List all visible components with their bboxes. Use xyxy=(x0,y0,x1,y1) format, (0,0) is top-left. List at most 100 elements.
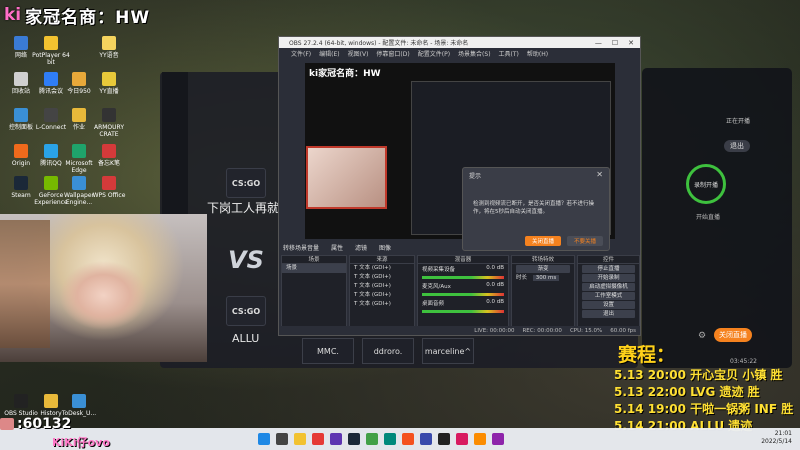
transition-select[interactable]: 渐变 xyxy=(516,265,570,273)
team-card-mmc[interactable]: MMC. xyxy=(302,338,354,364)
scenes-dock-title: 场景 xyxy=(282,256,346,264)
mixer-channel: 视频采集设备 0.0 dB xyxy=(418,264,508,274)
obs-toolbar-item[interactable]: 属性 xyxy=(331,243,343,252)
obs-menu-item[interactable]: 视图(V) xyxy=(348,49,369,58)
obs-menu-item[interactable]: 工具(T) xyxy=(499,49,519,58)
taskbar-app-icon[interactable] xyxy=(492,433,504,445)
app-icon xyxy=(14,144,28,158)
mixer-channel-level: 0.0 dB xyxy=(486,299,504,305)
source-item[interactable]: T 文本 (GDI+) xyxy=(350,264,414,273)
team-card-marceline[interactable]: marceline^ xyxy=(422,338,474,364)
volume-meter[interactable] xyxy=(422,310,504,313)
dialog-close-stream-button[interactable]: 关闭直播 xyxy=(525,236,561,246)
dialog-keep-stream-button[interactable]: 不要关播 xyxy=(567,236,603,246)
taskbar-app-icon[interactable] xyxy=(348,433,360,445)
obs-control-button[interactable]: 开始录制 xyxy=(582,274,635,282)
app-icon xyxy=(14,72,28,86)
banner-logo: ki xyxy=(4,5,22,25)
schedule-overlay: 赛程： 5.13 20:00 开心宝贝 小镇 胜 5.13 22:00 LVG 遗… xyxy=(614,340,800,435)
app-icon xyxy=(72,144,86,158)
obs-menu-item[interactable]: 配置文件(P) xyxy=(418,49,450,58)
taskbar-app-icon[interactable] xyxy=(366,433,378,445)
start-menu-icon[interactable] xyxy=(258,433,270,445)
taskbar-app-icon[interactable] xyxy=(420,433,432,445)
app-icon xyxy=(102,108,116,122)
obs-menu-item[interactable]: 文件(F) xyxy=(291,49,311,58)
desktop-icon[interactable]: YY语音 xyxy=(90,36,128,59)
taskbar-app-icon[interactable] xyxy=(474,433,486,445)
csgo-tile-2[interactable]: CS:GO xyxy=(226,296,266,326)
taskbar-app-icon[interactable] xyxy=(294,433,306,445)
obs-menu-item[interactable]: 停靠窗口(D) xyxy=(376,49,409,58)
desktop-icon[interactable]: ToDesk_U... xyxy=(60,394,98,417)
minimize-icon[interactable]: — xyxy=(595,39,602,47)
scene-item[interactable]: 场景 xyxy=(282,264,346,273)
schedule-list: 5.13 20:00 开心宝贝 小镇 胜 5.13 22:00 LVG 遗迹 胜 5… xyxy=(614,367,800,435)
csgo-tile-label: CS:GO xyxy=(231,178,261,188)
banner-title: 家冠名商：HW xyxy=(25,7,151,28)
sources-list: T 文本 (GDI+) T 文本 (GDI+) T 文本 (GDI+) T 文本 (G… xyxy=(350,264,414,309)
app-icon xyxy=(14,176,28,190)
source-item[interactable]: T 文本 (GDI+) xyxy=(350,282,414,291)
obs-control-button[interactable]: 启动虚拟摄像机 xyxy=(582,283,635,291)
maximize-icon[interactable]: ☐ xyxy=(612,39,618,47)
taskbar-app-icon[interactable] xyxy=(438,433,450,445)
taskbar-app-icon[interactable] xyxy=(330,433,342,445)
app-icon xyxy=(14,108,28,122)
obs-control-button[interactable]: 设置 xyxy=(582,301,635,309)
obs-menu-item[interactable]: 帮助(H) xyxy=(527,49,548,58)
obs-toolbar-item[interactable]: 转移场景音量 xyxy=(283,243,319,252)
source-label: 文本 (GDI+) xyxy=(359,283,391,289)
stream-status: 正在开播 xyxy=(726,118,751,125)
desktop-icon[interactable]: WPS Office xyxy=(90,176,128,199)
obs-toolbar-item[interactable]: 图像 xyxy=(379,243,391,252)
taskbar-app-icon[interactable] xyxy=(456,433,468,445)
obs-control-button[interactable]: 工作室模式 xyxy=(582,292,635,300)
obs-status-item: CPU: 15.0% xyxy=(569,327,603,334)
obs-status-item: 60.00 fps xyxy=(610,327,636,334)
mixer-channel-name: 麦克风/Aux xyxy=(422,284,451,290)
transition-duration-input[interactable]: 300 ms xyxy=(532,275,560,281)
desktop-icon[interactable]: PotPlayer 64 bit xyxy=(32,36,70,66)
csgo-tile[interactable]: CS:GO xyxy=(226,168,266,198)
app-icon xyxy=(44,108,58,122)
obs-toolbar-item[interactable]: 滤镜 xyxy=(355,243,367,252)
team-card-ddroro[interactable]: ddroro. xyxy=(362,338,414,364)
taskbar-app-icon[interactable] xyxy=(312,433,324,445)
app-icon xyxy=(44,176,58,190)
desktop-icon[interactable]: YY直播 xyxy=(90,72,128,95)
source-label: 文本 (GDI+) xyxy=(359,265,391,271)
obs-control-button[interactable]: 停止直播 xyxy=(582,265,635,273)
source-item[interactable]: T 文本 (GDI+) xyxy=(350,300,414,309)
source-item[interactable]: T 文本 (GDI+) xyxy=(350,273,414,282)
app-icon xyxy=(44,144,58,158)
app-icon xyxy=(72,394,86,408)
desktop-icon[interactable]: ARMOURY CRATE xyxy=(90,108,128,138)
source-item[interactable]: T 文本 (GDI+) xyxy=(350,291,414,300)
system-tray-clock[interactable]: 21:01 2022/5/14 xyxy=(761,430,792,446)
obs-control-button[interactable]: 退出 xyxy=(582,310,635,318)
team-allu-label: ALLU xyxy=(232,332,260,345)
obs-menu-item[interactable]: 编辑(E) xyxy=(319,49,339,58)
obs-menu-item[interactable]: 场景集合(S) xyxy=(458,49,491,58)
fans-avatar-icon xyxy=(0,418,14,430)
preview-webcam-source[interactable] xyxy=(306,146,387,209)
fans-count: :60132 xyxy=(17,416,72,432)
mixer-dock-title: 混音器 xyxy=(418,256,508,264)
source-label: 文本 (GDI+) xyxy=(359,292,391,298)
controls-dock-title: 控件 xyxy=(578,256,639,264)
volume-meter[interactable] xyxy=(422,276,504,279)
exit-button[interactable]: 退出 xyxy=(724,140,750,152)
taskbar-app-icon[interactable] xyxy=(384,433,396,445)
mixer-channel-name: 桌面音频 xyxy=(422,301,445,307)
close-icon[interactable]: ✕ xyxy=(628,39,634,47)
taskbar-app-icon[interactable] xyxy=(402,433,414,445)
app-icon xyxy=(102,176,116,190)
desktop-icon[interactable]: 备忘K笔 xyxy=(90,144,128,167)
record-toggle[interactable]: 录制开播 xyxy=(686,164,726,204)
streamer-name: KiKi仔ovo xyxy=(52,436,110,449)
dialog-close-icon[interactable]: ✕ xyxy=(596,170,603,179)
disconnect-dialog: 提示 ✕ 检测到视频流已断开，是否关闭直播？若不进行操作，将在5秒后自动关闭直播… xyxy=(462,167,610,251)
taskbar-app-icon[interactable] xyxy=(276,433,288,445)
volume-meter[interactable] xyxy=(422,293,504,296)
